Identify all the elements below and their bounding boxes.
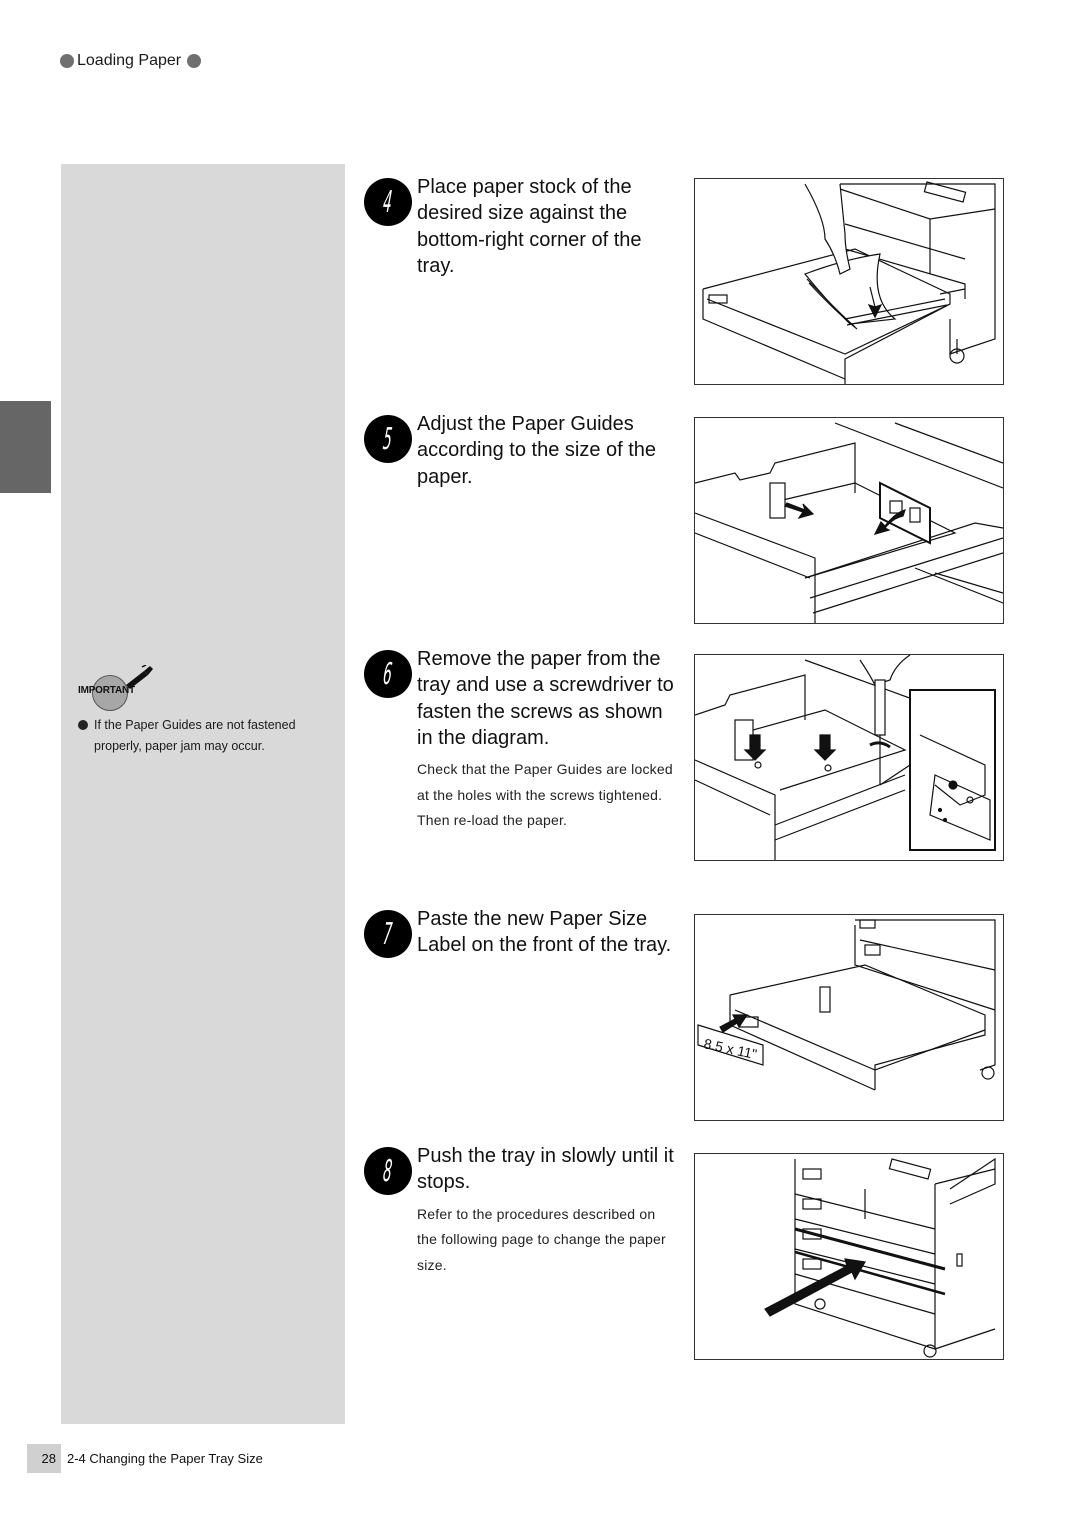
figure-push-tray <box>694 1153 1004 1360</box>
figure-place-paper <box>694 178 1004 385</box>
bullet-icon <box>78 720 88 730</box>
important-text: If the Paper Guides are not fastened pro… <box>94 718 296 753</box>
step-title: Paste the new Paper Size Label on the fr… <box>417 908 672 957</box>
margin-panel <box>61 164 345 1424</box>
step-title: Remove the paper from the tray and use a… <box>417 648 674 749</box>
running-header: Loading Paper <box>60 50 202 72</box>
chapter-tab <box>0 401 51 493</box>
important-label: IMPORTANT <box>78 685 135 696</box>
step-6: 6 Remove the paper from the tray and use… <box>364 646 674 834</box>
step-title: Adjust the Paper Guides according to the… <box>417 413 657 488</box>
important-badge: IMPORTANT <box>78 665 158 711</box>
bullet-icon <box>187 54 202 68</box>
step-note: Check that the Paper Guides are locked a… <box>417 761 673 829</box>
figure-fasten-screws <box>694 654 1004 861</box>
step-5: 5 Adjust the Paper Guides according to t… <box>364 411 674 490</box>
step-number-badge: 7 <box>364 910 412 958</box>
important-note: IMPORTANT If the Paper Guides are not fa… <box>78 665 343 757</box>
step-number-badge: 8 <box>364 1147 412 1195</box>
figure-adjust-guides <box>694 417 1004 624</box>
step-title: Push the tray in slowly until it stops. <box>417 1145 674 1194</box>
step-number-badge: 4 <box>364 178 412 226</box>
step-number-badge: 6 <box>364 650 412 698</box>
figure-paste-label: 8.5 x 11" <box>694 914 1004 1121</box>
page-footer: 28 2-4 Changing the Paper Tray Size <box>27 1444 263 1473</box>
section-title: 2-4 Changing the Paper Tray Size <box>67 1451 263 1466</box>
step-7: 7 Paste the new Paper Size Label on the … <box>364 906 674 959</box>
step-8: 8 Push the tray in slowly until it stops… <box>364 1143 674 1278</box>
bullet-icon <box>60 54 74 68</box>
size-label: 8.5 x 11" <box>697 1024 764 1066</box>
header-title: Loading Paper <box>77 52 182 69</box>
step-title: Place paper stock of the desired size ag… <box>417 176 642 277</box>
step-note: Refer to the procedures described on the… <box>417 1205 666 1273</box>
step-number-badge: 5 <box>364 415 412 463</box>
page-number: 28 <box>27 1444 61 1473</box>
step-4: 4 Place paper stock of the desired size … <box>364 174 674 279</box>
